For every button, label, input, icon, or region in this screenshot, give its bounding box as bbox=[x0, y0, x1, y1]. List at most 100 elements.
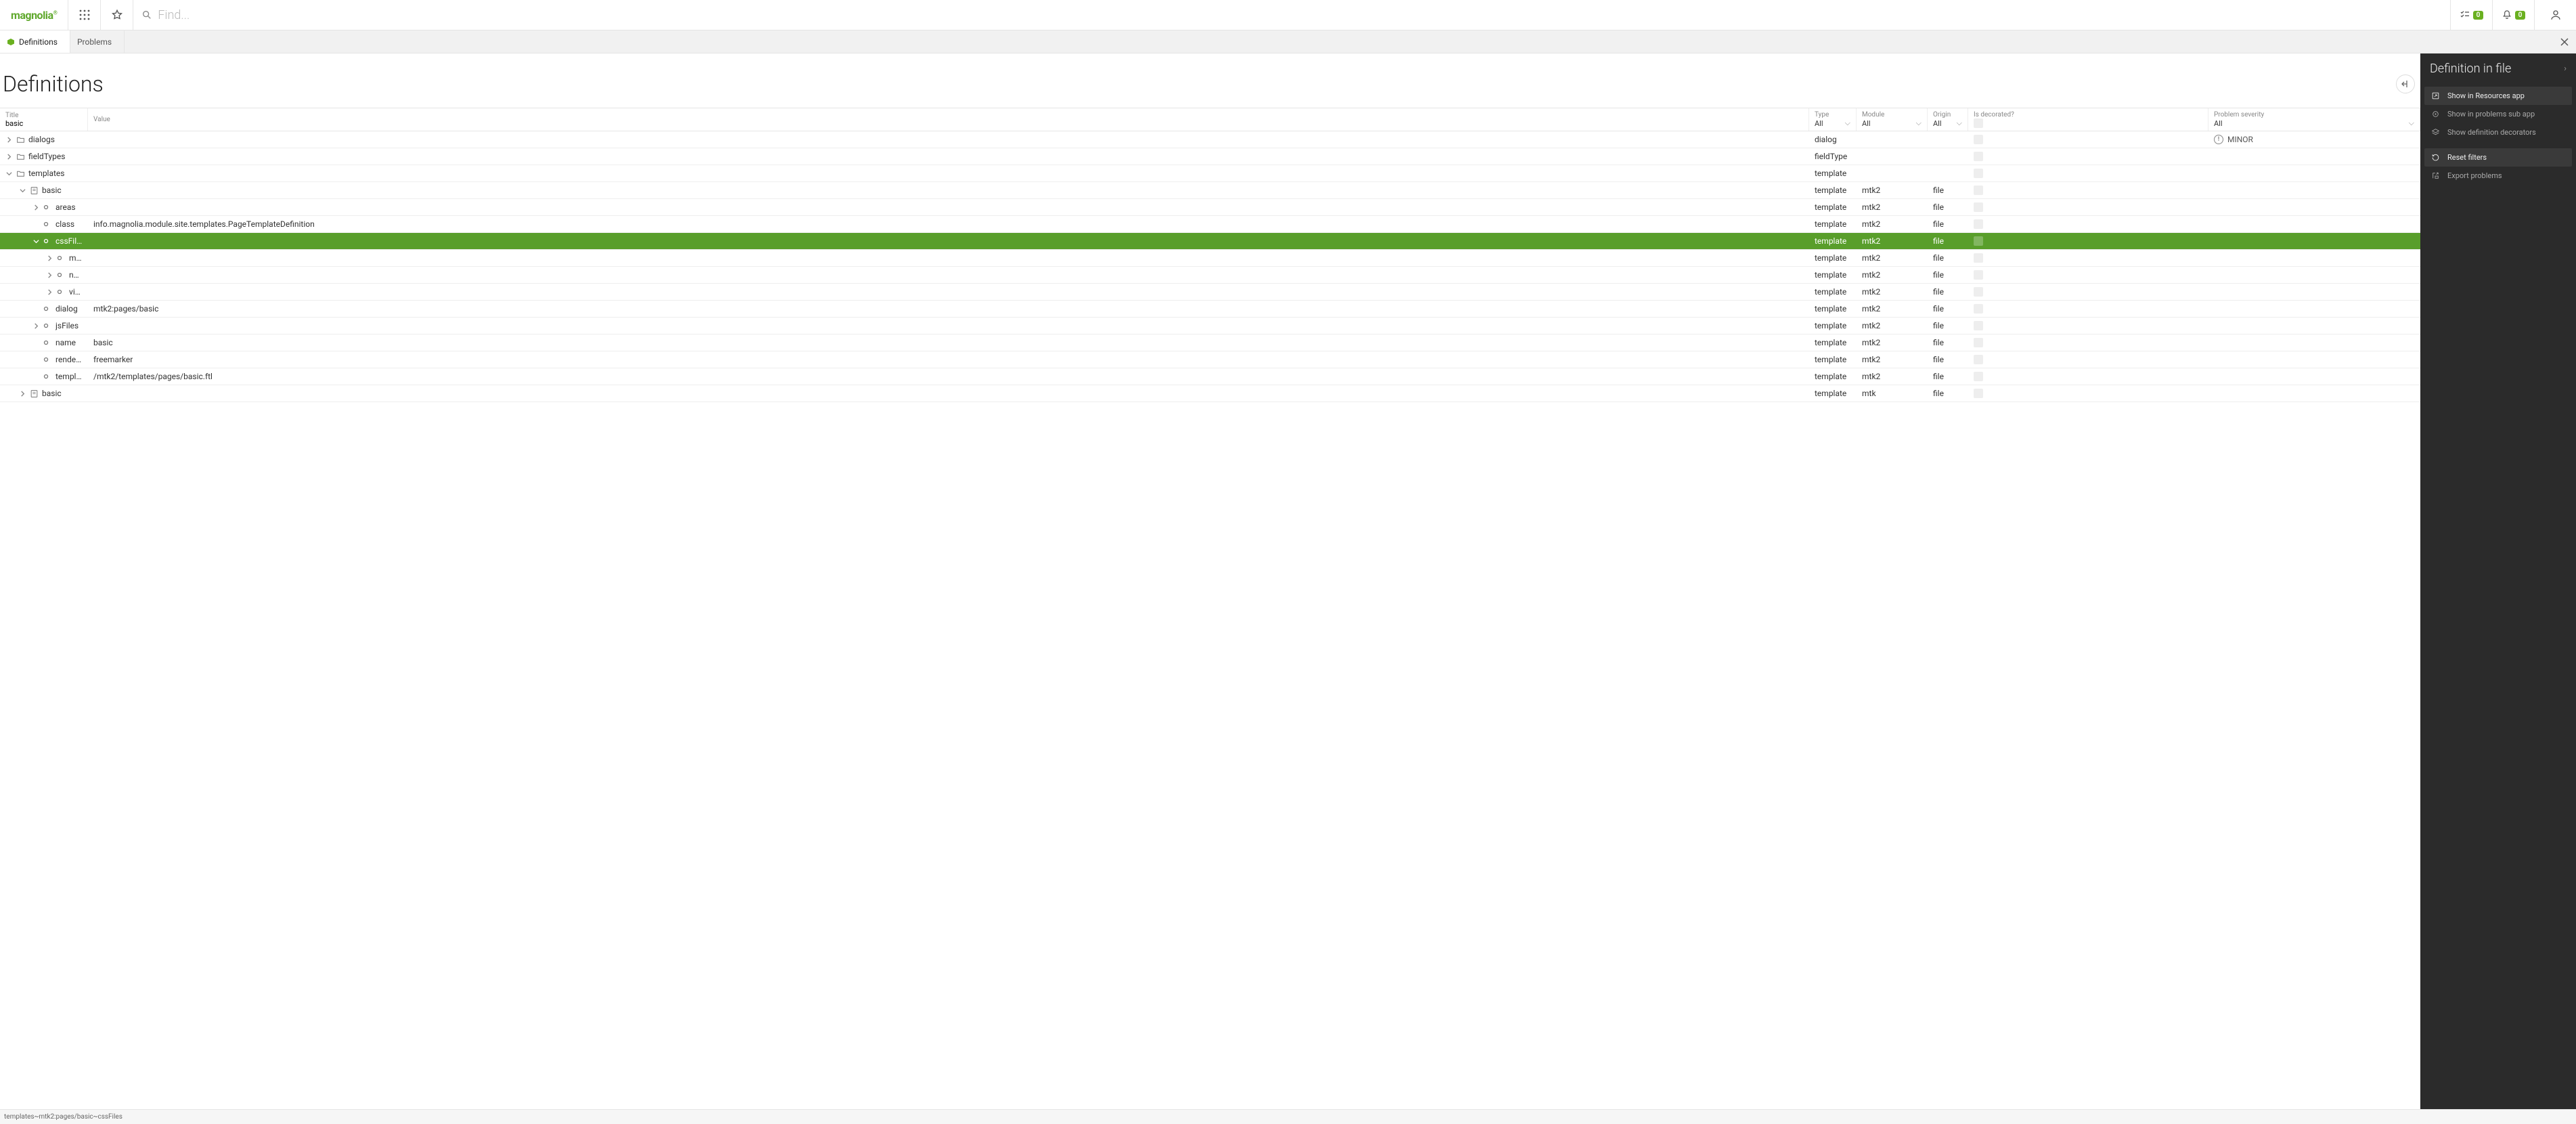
table-row[interactable]: normalizetemplatemtk2file bbox=[0, 267, 2420, 284]
action-label: Export problems bbox=[2447, 171, 2502, 180]
cell-title: dialogs bbox=[0, 135, 88, 144]
favorite-icon[interactable] bbox=[101, 0, 133, 30]
row-title: templates bbox=[28, 169, 64, 178]
cell-title: name bbox=[0, 338, 88, 347]
notifications-icon[interactable]: 0 bbox=[2492, 0, 2534, 30]
table-row[interactable]: basictemplatemtk2file bbox=[0, 182, 2420, 199]
action-reset-filters[interactable]: Reset filters bbox=[2424, 148, 2572, 167]
col-title[interactable]: Title bbox=[0, 108, 88, 131]
tasks-badge: 0 bbox=[2473, 11, 2484, 20]
cell-origin: file bbox=[1928, 287, 1968, 297]
expander-icon[interactable] bbox=[18, 391, 27, 397]
cell-type: template bbox=[1809, 186, 1857, 195]
expander-icon[interactable] bbox=[45, 289, 54, 295]
tab-strip: Definitions Problems bbox=[0, 30, 2576, 53]
table-row[interactable]: maintemplatemtk2file bbox=[0, 250, 2420, 267]
table-row[interactable]: videotemplatemtk2file bbox=[0, 284, 2420, 301]
table-row[interactable]: namebasictemplatemtk2file bbox=[0, 334, 2420, 351]
expander-icon[interactable] bbox=[18, 188, 27, 194]
table-row[interactable]: basictemplatemtkfile bbox=[0, 385, 2420, 402]
apps-icon[interactable] bbox=[68, 0, 101, 30]
tab-definitions[interactable]: Definitions bbox=[0, 30, 70, 53]
action-show-definition-decorators: Show definition decorators bbox=[2424, 123, 2572, 142]
folder-icon bbox=[16, 169, 26, 178]
cell-title: renderType bbox=[0, 355, 88, 364]
cell-decorated bbox=[1968, 169, 2208, 178]
cell-origin: file bbox=[1928, 236, 1968, 246]
row-title: video bbox=[69, 287, 83, 297]
table-row[interactable]: cssFilestemplatemtk2file bbox=[0, 233, 2420, 250]
cell-origin: file bbox=[1928, 321, 1968, 330]
expander-icon[interactable] bbox=[4, 171, 14, 177]
status-bar: templates~mtk2:pages/basic~cssFiles bbox=[0, 1109, 2576, 1124]
chevron-down-icon: ⌵ bbox=[1957, 118, 1962, 128]
top-bar: magnolia® 0 0 bbox=[0, 0, 2576, 30]
decorated-indicator bbox=[1974, 270, 1983, 280]
decorated-filter-checkbox[interactable] bbox=[1974, 118, 1983, 128]
expander-icon[interactable] bbox=[4, 154, 14, 160]
row-title: fieldTypes bbox=[28, 152, 65, 161]
open-icon bbox=[2431, 91, 2441, 100]
chevron-down-icon: ⌵ bbox=[2409, 118, 2414, 128]
col-module[interactable]: Module All⌵ bbox=[1857, 108, 1928, 131]
cell-value: freemarker bbox=[88, 355, 1809, 364]
tasks-icon[interactable]: 0 bbox=[2450, 0, 2492, 30]
table-row[interactable]: templateScript/mtk2/templates/pages/basi… bbox=[0, 368, 2420, 385]
row-title: renderType bbox=[55, 355, 83, 364]
tab-problems[interactable]: Problems bbox=[70, 30, 125, 53]
action-label: Show definition decorators bbox=[2447, 128, 2536, 137]
col-type[interactable]: Type All⌵ bbox=[1809, 108, 1857, 131]
expander-icon[interactable] bbox=[31, 323, 41, 329]
decorated-indicator bbox=[1974, 135, 1983, 144]
global-search[interactable] bbox=[133, 0, 2450, 30]
cell-decorated bbox=[1968, 338, 2208, 347]
col-severity[interactable]: Problem severity All⌵ bbox=[2208, 108, 2420, 131]
expander-icon[interactable] bbox=[45, 255, 54, 261]
cell-type: dialog bbox=[1809, 135, 1857, 144]
expander-icon[interactable] bbox=[31, 204, 41, 211]
table-row[interactable]: areastemplatemtk2file bbox=[0, 199, 2420, 216]
table-row[interactable]: dialogs dialog !MINOR bbox=[0, 131, 2420, 148]
side-panel-title: Definition in file bbox=[2430, 62, 2511, 76]
cell-type: template bbox=[1809, 253, 1857, 263]
user-icon[interactable] bbox=[2534, 0, 2576, 30]
cell-decorated bbox=[1968, 389, 2208, 398]
cell-severity: !MINOR bbox=[2208, 135, 2420, 144]
title-filter-input[interactable] bbox=[5, 119, 82, 128]
cell-title: templateScript bbox=[0, 372, 88, 381]
cell-decorated bbox=[1968, 304, 2208, 314]
side-panel: Definition in file › Show in Resources a… bbox=[2420, 53, 2576, 1109]
cell-origin: file bbox=[1928, 186, 1968, 195]
col-decorated[interactable]: Is decorated? bbox=[1968, 108, 2208, 131]
cell-title: class bbox=[0, 219, 88, 229]
cell-type: fieldType bbox=[1809, 152, 1857, 161]
table-row[interactable]: fieldTypes fieldType bbox=[0, 148, 2420, 165]
folder-icon bbox=[16, 135, 26, 144]
table-row[interactable]: classinfo.magnolia.module.site.templates… bbox=[0, 216, 2420, 233]
expander-icon[interactable] bbox=[45, 272, 54, 278]
cell-decorated bbox=[1968, 186, 2208, 195]
logo[interactable]: magnolia® bbox=[0, 0, 68, 30]
expander-icon[interactable] bbox=[4, 137, 14, 143]
node-icon bbox=[43, 340, 53, 345]
expander-icon[interactable] bbox=[31, 238, 41, 244]
cell-title: main bbox=[0, 253, 88, 263]
cell-decorated bbox=[1968, 135, 2208, 144]
table-row[interactable]: renderTypefreemarkertemplatemtk2file bbox=[0, 351, 2420, 368]
cell-decorated bbox=[1968, 270, 2208, 280]
col-origin[interactable]: Origin All⌵ bbox=[1928, 108, 1968, 131]
node-icon bbox=[43, 374, 53, 379]
col-value[interactable]: Value bbox=[88, 108, 1809, 131]
table-row[interactable]: dialogmtk2:pages/basictemplatemtk2file bbox=[0, 301, 2420, 318]
side-actions: Show in Resources appShow in problems su… bbox=[2420, 84, 2576, 188]
cell-origin: file bbox=[1928, 202, 1968, 212]
table-row[interactable]: templatestemplate bbox=[0, 165, 2420, 182]
action-show-in-resources-app[interactable]: Show in Resources app bbox=[2424, 87, 2572, 105]
search-input[interactable] bbox=[158, 8, 2442, 22]
close-app-icon[interactable] bbox=[2553, 30, 2576, 53]
collapse-panel-icon[interactable] bbox=[2396, 74, 2415, 93]
table-row[interactable]: jsFilestemplatemtk2file bbox=[0, 318, 2420, 334]
chevron-right-icon[interactable]: › bbox=[2564, 64, 2567, 74]
action-label: Show in Resources app bbox=[2447, 91, 2525, 100]
decorated-indicator bbox=[1974, 169, 1983, 178]
